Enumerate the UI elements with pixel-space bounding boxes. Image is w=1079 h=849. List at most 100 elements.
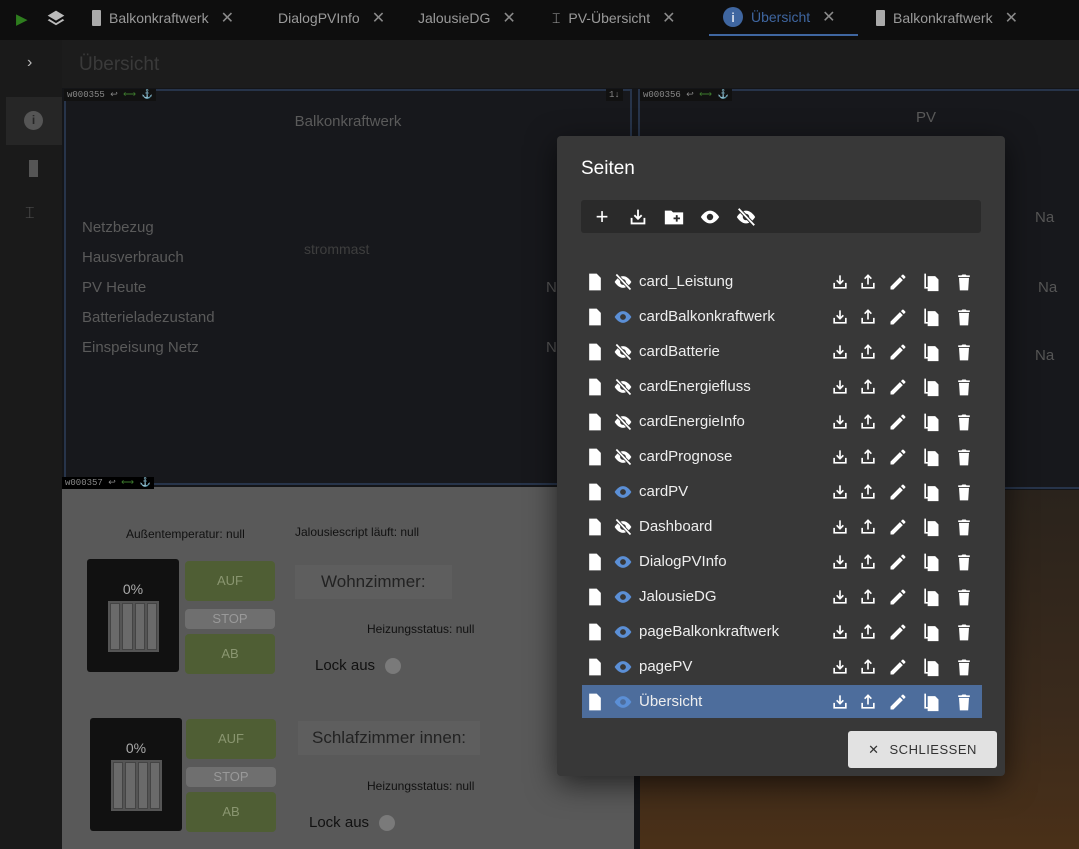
edit-icon[interactable]	[888, 482, 908, 502]
eye-off-icon[interactable]	[612, 377, 634, 397]
copy-icon[interactable]	[921, 657, 941, 677]
close-icon[interactable]: ✕	[372, 8, 385, 28]
battery-charging-icon[interactable]	[29, 160, 38, 177]
down-button[interactable]: AB	[186, 792, 276, 832]
eye-icon[interactable]	[699, 206, 721, 228]
export-icon[interactable]	[858, 552, 878, 572]
import-icon[interactable]	[830, 447, 850, 467]
export-icon[interactable]	[858, 447, 878, 467]
copy-icon[interactable]	[921, 412, 941, 432]
import-icon[interactable]	[830, 412, 850, 432]
eye-off-icon[interactable]	[612, 342, 634, 362]
import-icon[interactable]	[830, 482, 850, 502]
close-icon[interactable]: ✕	[662, 8, 675, 28]
copy-icon[interactable]	[921, 272, 941, 292]
stop-button[interactable]: STOP	[186, 767, 276, 787]
export-icon[interactable]	[858, 517, 878, 537]
transmission-tower-icon[interactable]: ⌶	[25, 205, 35, 223]
edit-icon[interactable]	[888, 412, 908, 432]
export-icon[interactable]	[858, 587, 878, 607]
edit-icon[interactable]	[888, 587, 908, 607]
import-icon[interactable]	[830, 587, 850, 607]
lock-toggle[interactable]: Lock aus	[315, 657, 402, 675]
page-list-item[interactable]: Übersicht	[582, 685, 982, 718]
eye-icon[interactable]	[612, 482, 634, 502]
lock-toggle[interactable]: Lock aus	[309, 814, 396, 832]
play-icon[interactable]: ▶	[16, 10, 28, 28]
export-icon[interactable]	[858, 692, 878, 712]
eye-off-icon[interactable]	[612, 517, 634, 537]
export-icon[interactable]	[858, 412, 878, 432]
add-folder-icon[interactable]	[663, 206, 685, 228]
delete-icon[interactable]	[954, 517, 974, 537]
copy-icon[interactable]	[921, 342, 941, 362]
delete-icon[interactable]	[954, 657, 974, 677]
import-icon[interactable]	[830, 342, 850, 362]
page-list-item[interactable]: Dashboard	[582, 510, 982, 543]
page-list-item[interactable]: cardPV	[582, 475, 982, 508]
chevron-right-icon[interactable]: ›	[27, 54, 32, 72]
copy-icon[interactable]	[921, 552, 941, 572]
import-icon[interactable]	[830, 307, 850, 327]
page-list-item[interactable]: pagePV	[582, 650, 982, 683]
page-list-item[interactable]: card_Leistung	[582, 265, 982, 298]
page-list-item[interactable]: cardBalkonkraftwerk	[582, 300, 982, 333]
close-icon[interactable]: ✕	[502, 8, 515, 28]
export-icon[interactable]	[858, 622, 878, 642]
tab-balkonkraftwerk[interactable]: Balkonkraftwerk ✕	[92, 0, 234, 36]
delete-icon[interactable]	[954, 377, 974, 397]
stop-button[interactable]: STOP	[185, 609, 275, 629]
tab-balkonkraftwerk-2[interactable]: Balkonkraftwerk ✕	[876, 0, 1018, 36]
eye-icon[interactable]	[612, 552, 634, 572]
edit-icon[interactable]	[888, 517, 908, 537]
close-button[interactable]: ✕ SCHLIESSEN	[848, 731, 997, 768]
copy-icon[interactable]	[921, 482, 941, 502]
page-list-item[interactable]: cardBatterie	[582, 335, 982, 368]
close-icon[interactable]: ✕	[1005, 8, 1018, 28]
export-icon[interactable]	[858, 482, 878, 502]
export-icon[interactable]	[858, 657, 878, 677]
eye-off-icon[interactable]	[735, 206, 757, 228]
up-button[interactable]: AUF	[185, 561, 275, 601]
eye-off-icon[interactable]	[612, 272, 634, 292]
import-icon[interactable]	[627, 206, 649, 228]
edit-icon[interactable]	[888, 657, 908, 677]
copy-icon[interactable]	[921, 307, 941, 327]
edit-icon[interactable]	[888, 272, 908, 292]
delete-icon[interactable]	[954, 622, 974, 642]
page-list-item[interactable]: cardEnergiefluss	[582, 370, 982, 403]
import-icon[interactable]	[830, 657, 850, 677]
copy-icon[interactable]	[921, 622, 941, 642]
eye-icon[interactable]	[612, 587, 634, 607]
eye-icon[interactable]	[612, 657, 634, 677]
export-icon[interactable]	[858, 377, 878, 397]
widget-jalousie[interactable]: w000357 ↩ ⟷ ⚓ Außentemperatur: null Jalo…	[62, 477, 634, 849]
export-icon[interactable]	[858, 307, 878, 327]
add-icon[interactable]: +	[591, 204, 613, 229]
up-button[interactable]: AUF	[186, 719, 276, 759]
layers-icon[interactable]	[46, 9, 66, 29]
edit-icon[interactable]	[888, 447, 908, 467]
import-icon[interactable]	[830, 552, 850, 572]
import-icon[interactable]	[830, 377, 850, 397]
copy-icon[interactable]	[921, 692, 941, 712]
page-list-item[interactable]: JalousieDG	[582, 580, 982, 613]
edit-icon[interactable]	[888, 622, 908, 642]
export-icon[interactable]	[858, 342, 878, 362]
delete-icon[interactable]	[954, 587, 974, 607]
tab-pv-uebersicht[interactable]: ⌶ PV-Übersicht ✕	[552, 0, 676, 36]
copy-icon[interactable]	[921, 587, 941, 607]
delete-icon[interactable]	[954, 482, 974, 502]
widget-balkonkraftwerk[interactable]: w000355 ↩ ⟷ ⚓ Balkonkraftwerk strommast …	[64, 89, 632, 485]
close-icon[interactable]: ✕	[822, 7, 835, 27]
import-icon[interactable]	[830, 517, 850, 537]
import-icon[interactable]	[830, 692, 850, 712]
sidebar-item-uebersicht[interactable]: i	[6, 97, 62, 145]
copy-icon[interactable]	[921, 377, 941, 397]
edit-icon[interactable]	[888, 692, 908, 712]
tab-jalousiedg[interactable]: JalousieDG ✕	[418, 0, 516, 36]
delete-icon[interactable]	[954, 272, 974, 292]
tab-uebersicht[interactable]: i Übersicht ✕	[709, 0, 858, 36]
edit-icon[interactable]	[888, 307, 908, 327]
page-list-item[interactable]: cardEnergieInfo	[582, 405, 982, 438]
